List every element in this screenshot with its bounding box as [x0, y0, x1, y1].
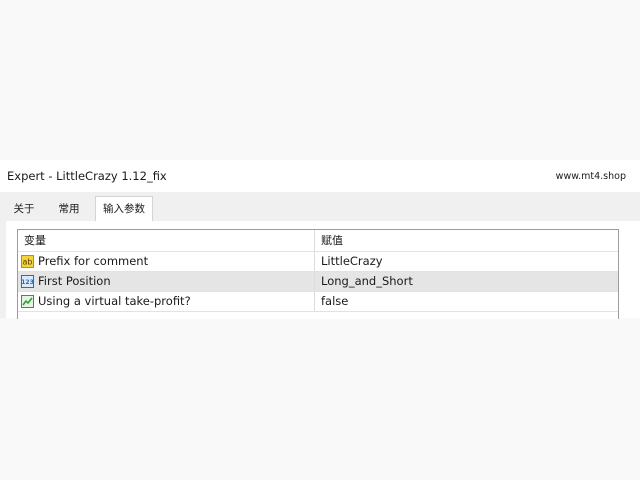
bool-chart-icon	[21, 295, 34, 308]
variable-value[interactable]: LittleCrazy	[321, 252, 383, 271]
svg-text:123: 123	[21, 279, 34, 286]
value-cell: false	[315, 292, 618, 311]
variable-cell: ab Prefix for comment	[18, 252, 315, 271]
divider	[18, 311, 618, 312]
variable-name: First Position	[38, 274, 111, 288]
column-header-variable[interactable]: 变量	[18, 230, 315, 251]
variable-cell: 123 First Position	[18, 272, 315, 291]
tab-bar: 关于 常用 输入参数	[0, 192, 640, 222]
brand-watermark: www.mt4.shop	[555, 171, 626, 182]
value-cell: Long_and_Short	[315, 272, 618, 291]
value-cell: LittleCrazy	[315, 252, 618, 271]
expert-properties-dialog: Expert - LittleCrazy 1.12_fix www.mt4.sh…	[0, 160, 640, 319]
table-row[interactable]: ab Prefix for comment LittleCrazy	[18, 252, 618, 271]
table-row[interactable]: 123 First Position Long_and_Short	[18, 272, 618, 291]
parameters-table: 变量 赋值 ab Prefix for comment LittleCrazy	[17, 229, 619, 319]
inputs-panel: 变量 赋值 ab Prefix for comment LittleCrazy	[6, 221, 640, 319]
title-bar: Expert - LittleCrazy 1.12_fix www.mt4.sh…	[0, 160, 640, 192]
variable-cell: Using a virtual take-profit?	[18, 292, 315, 311]
ab-string-icon: ab	[21, 255, 34, 268]
svg-text:ab: ab	[23, 258, 33, 267]
variable-value[interactable]: false	[321, 292, 348, 311]
123-integer-icon: 123	[21, 275, 34, 288]
variable-name: Prefix for comment	[38, 254, 149, 268]
table-header: 变量 赋值	[18, 230, 618, 251]
window-title: Expert - LittleCrazy 1.12_fix	[7, 169, 167, 183]
tab-inputs[interactable]: 输入参数	[95, 196, 153, 222]
variable-value[interactable]: Long_and_Short	[321, 272, 413, 291]
tab-about[interactable]: 关于	[7, 199, 41, 221]
table-row[interactable]: Using a virtual take-profit? false	[18, 292, 618, 311]
column-header-value[interactable]: 赋值	[315, 230, 618, 251]
tab-common[interactable]: 常用	[49, 199, 89, 221]
variable-name: Using a virtual take-profit?	[38, 294, 191, 308]
